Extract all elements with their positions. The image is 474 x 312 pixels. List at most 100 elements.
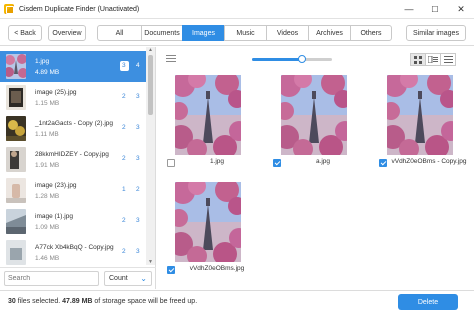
file-name: image (23).jpg (35, 182, 77, 189)
maximize-button[interactable]: ☐ (422, 0, 448, 18)
image-card[interactable]: 1.jpg (157, 75, 259, 179)
tab-others[interactable]: Others (350, 25, 392, 41)
file-size: 1.09 MB (35, 224, 60, 231)
file-size: 4.89 MB (35, 69, 60, 76)
file-name: _1nt2aGacts - Copy (2).jpg (35, 120, 114, 127)
overview-button[interactable]: Overview (48, 25, 86, 41)
list-view-icon[interactable] (440, 53, 456, 66)
search-input[interactable] (4, 271, 99, 286)
select-checkbox[interactable] (167, 159, 175, 167)
back-button[interactable]: < Back (8, 25, 42, 41)
file-type-tabs: All Documents Images Music Videos Archiv… (97, 25, 392, 41)
similar-images-button[interactable]: Similar images (406, 25, 466, 41)
selected-count: 3 (122, 62, 126, 69)
list-scrollbar[interactable]: ▲ ▼ (146, 47, 155, 265)
delete-button[interactable]: Delete (398, 294, 458, 310)
file-size: 1.11 MB (35, 131, 59, 138)
column-view-icon[interactable] (425, 53, 441, 66)
window-title: Cisdem Duplicate Finder (Unactivated) (19, 5, 140, 13)
sort-select[interactable]: Count ⌄ (104, 271, 152, 286)
file-thumbnail (6, 209, 26, 234)
tab-images[interactable]: Images (182, 25, 225, 41)
image-caption: vVdhZ0eOBms - Copy.jpg (391, 158, 467, 165)
total-count: 3 (136, 124, 140, 131)
duplicate-list-panel: 1.jpg 4.89 MB 3 4 image (25).jpg 1.15 MB… (0, 47, 156, 289)
title-bar: Cisdem Duplicate Finder (Unactivated) — … (0, 0, 474, 18)
details-list-icon[interactable] (166, 55, 176, 63)
preview-toolbar (157, 47, 474, 71)
file-size: 1.46 MB (35, 255, 60, 262)
file-thumbnail (6, 240, 26, 265)
image-preview-panel: 1.jpg a.jpg vVdhZ0eOBms - Copy.jpg vVdhZ… (157, 47, 474, 289)
slider-fill (252, 58, 302, 61)
select-checkbox[interactable] (167, 266, 175, 274)
image-thumbnail[interactable] (387, 75, 453, 155)
view-mode-group (410, 53, 456, 66)
total-count: 3 (136, 93, 140, 100)
freed-space: 47.89 MB (62, 298, 93, 305)
selected-file-count: 30 (8, 298, 16, 305)
file-size: 1.28 MB (35, 193, 60, 200)
tab-archives[interactable]: Archives (308, 25, 351, 41)
thumbnail-size-slider[interactable] (252, 55, 332, 63)
status-message: 30 files selected. 47.89 MB of storage s… (8, 298, 197, 305)
image-card[interactable]: vVdhZ0eOBms - Copy.jpg (369, 75, 471, 179)
app-logo-icon (4, 4, 14, 14)
toolbar: < Back Overview All Documents Images Mus… (0, 18, 474, 46)
duplicate-file-list: 1.jpg 4.89 MB 3 4 image (25).jpg 1.15 MB… (0, 47, 146, 265)
grid-view-icon[interactable] (410, 53, 426, 66)
scroll-thumb[interactable] (148, 55, 153, 115)
list-item[interactable]: _1nt2aGacts - Copy (2).jpg 1.11 MB 2 3 (0, 113, 146, 144)
image-caption: vVdhZ0eOBms.jpg (189, 265, 245, 272)
image-caption: a.jpg (315, 158, 331, 165)
select-checkbox[interactable] (379, 159, 387, 167)
image-thumbnail[interactable] (281, 75, 347, 155)
file-thumbnail (6, 147, 26, 172)
total-count: 2 (136, 186, 140, 193)
list-item[interactable]: 1.jpg 4.89 MB 3 4 (0, 51, 146, 82)
scroll-up-icon[interactable]: ▲ (146, 47, 155, 53)
scroll-down-icon[interactable]: ▼ (146, 259, 155, 265)
list-item[interactable]: image (25).jpg 1.15 MB 2 3 (0, 82, 146, 113)
selected-count: 2 (122, 248, 126, 255)
list-item[interactable]: A77ck Xb4kBqQ - Copy.jpg 1.46 MB 2 3 (0, 237, 146, 265)
file-size: 1.91 MB (35, 162, 60, 169)
close-button[interactable]: ✕ (448, 0, 474, 18)
list-item[interactable]: image (23).jpg 1.28 MB 1 2 (0, 175, 146, 206)
list-item[interactable]: 28kkmHIDZEY - Copy.jpg 1.91 MB 2 3 (0, 144, 146, 175)
file-thumbnail (6, 85, 26, 110)
chevron-down-icon: ⌄ (140, 274, 147, 283)
file-thumbnail (6, 116, 26, 141)
image-caption: 1.jpg (209, 158, 225, 165)
selected-count: 1 (122, 186, 126, 193)
tab-music[interactable]: Music (224, 25, 267, 41)
tab-videos[interactable]: Videos (266, 25, 309, 41)
minimize-button[interactable]: — (396, 0, 422, 18)
file-name: A77ck Xb4kBqQ - Copy.jpg (35, 244, 114, 251)
tab-all[interactable]: All (97, 25, 142, 41)
file-name: image (25).jpg (35, 89, 77, 96)
image-card[interactable]: a.jpg (263, 75, 365, 179)
selected-count: 2 (122, 217, 126, 224)
slider-knob[interactable] (297, 55, 306, 63)
tab-documents[interactable]: Documents (141, 25, 183, 41)
selected-count: 2 (122, 93, 126, 100)
image-thumbnail[interactable] (175, 182, 241, 262)
selected-count: 2 (122, 155, 126, 162)
file-size: 1.15 MB (35, 100, 60, 107)
total-count: 4 (136, 62, 140, 69)
file-name: image (1).jpg (35, 213, 73, 220)
selected-count: 2 (122, 124, 126, 131)
file-name: 1.jpg (35, 58, 50, 65)
file-name: 28kkmHIDZEY - Copy.jpg (35, 151, 109, 158)
status-text-part2: of storage space will be freed up. (92, 298, 198, 305)
list-item[interactable]: image (1).jpg 1.09 MB 2 3 (0, 206, 146, 237)
select-checkbox[interactable] (273, 159, 281, 167)
status-bar: 30 files selected. 47.89 MB of storage s… (0, 290, 474, 312)
search-row: Count ⌄ (0, 267, 156, 289)
total-count: 3 (136, 217, 140, 224)
image-card[interactable]: vVdhZ0eOBms.jpg (157, 182, 259, 286)
image-thumbnail[interactable] (175, 75, 241, 155)
file-thumbnail (6, 54, 26, 79)
status-text-part1: files selected. (15, 298, 63, 305)
